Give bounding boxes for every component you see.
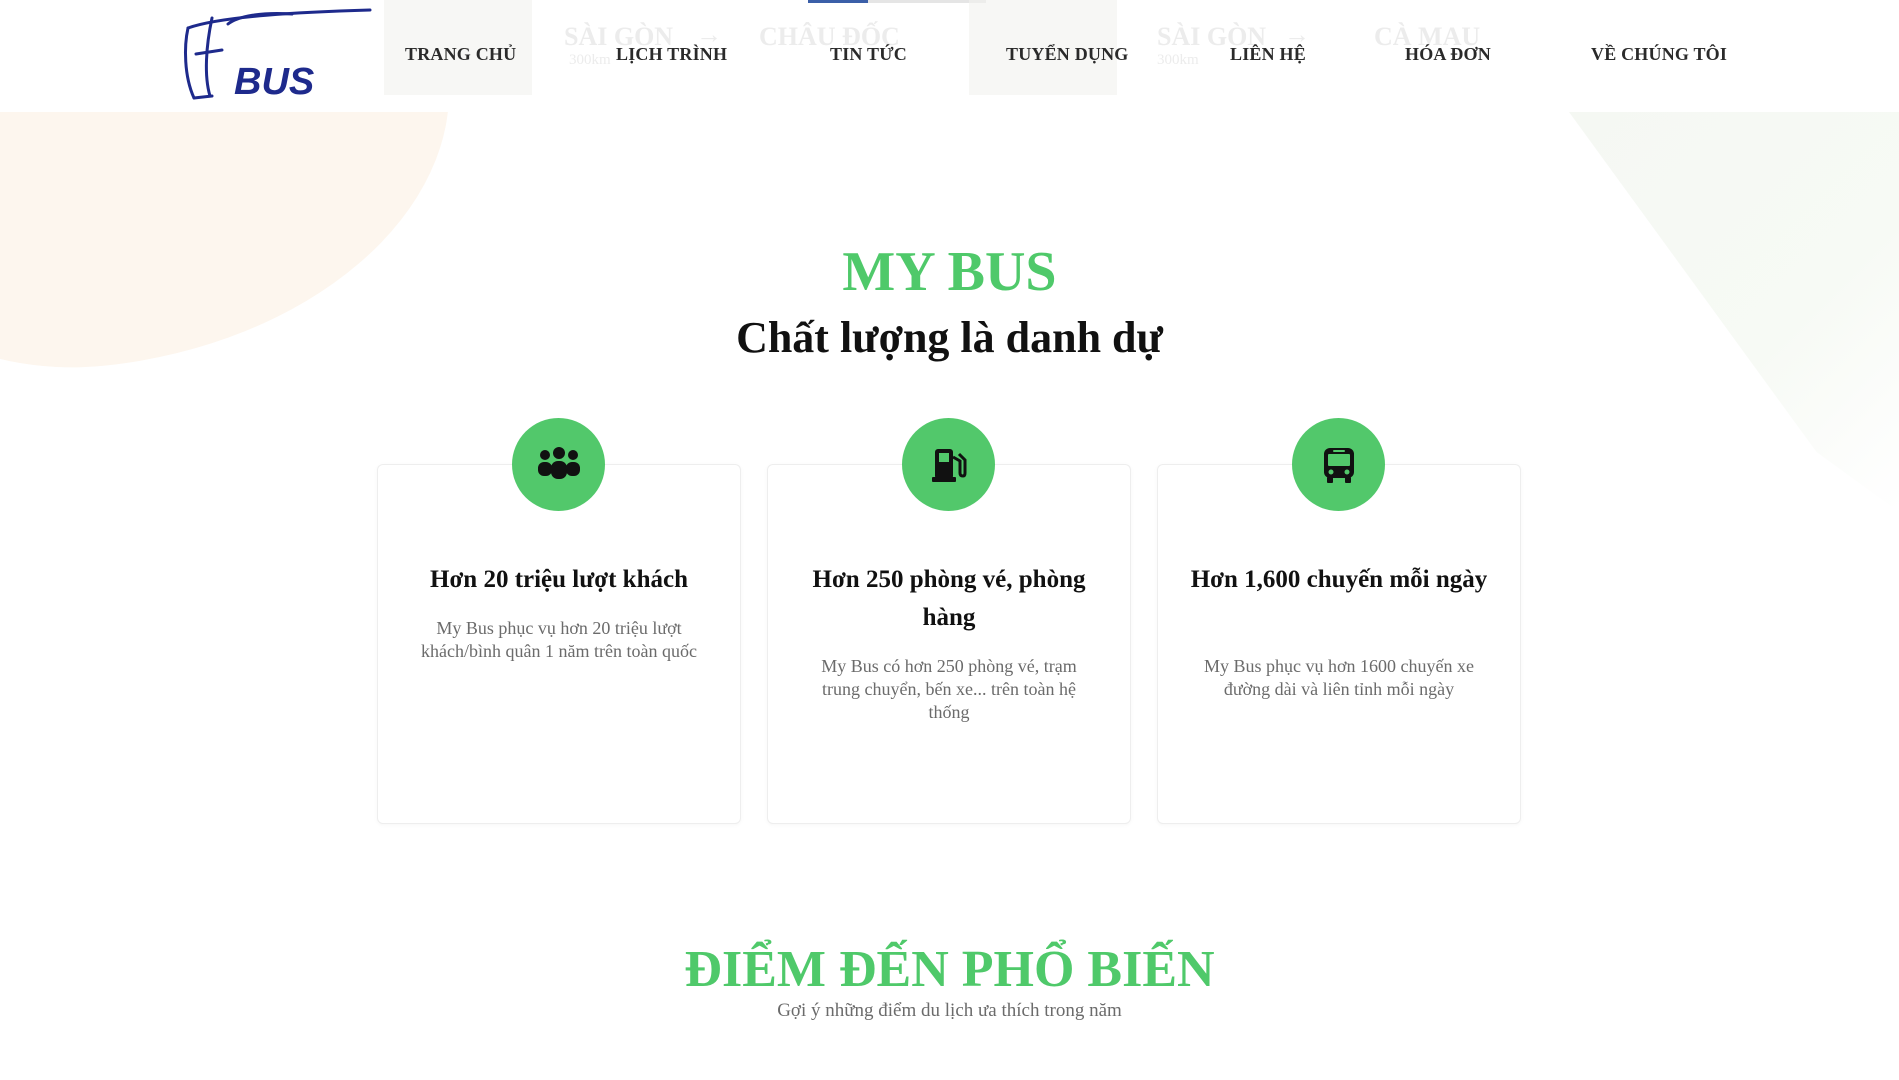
- feature-card: Hơn 20 triệu lượt khách My Bus phục vụ h…: [377, 464, 741, 824]
- nav-item-about[interactable]: VỀ CHÚNG TÔI: [1591, 44, 1727, 65]
- feature-description: My Bus phục vụ hơn 1600 chuyến xe đường …: [1204, 656, 1474, 699]
- site-header: SÀI GÒN → CHÂU ĐỐC 300km SÀI GÒN → CÀ MA…: [0, 0, 1899, 112]
- destinations-subtitle: Gợi ý những điểm du lịch ưa thích trong …: [777, 1000, 1122, 1021]
- section-subtitle: Chất lượng là danh dự: [736, 313, 1163, 362]
- feature-title: Hơn 20 triệu lượt khách: [430, 566, 688, 593]
- nav-item-home[interactable]: TRANG CHỦ: [405, 44, 516, 65]
- feature-card: Hơn 1,600 chuyến mỗi ngày My Bus phục vụ…: [1157, 464, 1521, 824]
- nav-item-contact[interactable]: LIÊN HỆ: [1230, 44, 1306, 65]
- destinations-title: ĐIỂM ĐẾN PHỔ BIẾN: [684, 941, 1215, 998]
- section-title: MY BUS: [842, 241, 1057, 303]
- people-group-icon: [512, 418, 605, 511]
- nav-item-invoice[interactable]: HÓA ĐƠN: [1405, 44, 1491, 65]
- main-nav: TRANG CHỦ LỊCH TRÌNH TIN TỨC TUYỂN DỤNG …: [0, 0, 1899, 112]
- feature-description: My Bus có hơn 250 phòng vé, trạm trung c…: [821, 656, 1077, 722]
- feature-title: Hơn 1,600 chuyến mỗi ngày: [1190, 566, 1488, 593]
- nav-item-careers[interactable]: TUYỂN DỤNG: [1006, 44, 1129, 65]
- feature-description: My Bus phục vụ hơn 20 triệu lượt khách/b…: [421, 618, 697, 661]
- feature-card: Hơn 250 phòng vé, phòng hàng My Bus có h…: [767, 464, 1131, 824]
- gas-pump-icon: [902, 418, 995, 511]
- bus-icon: [1292, 418, 1385, 511]
- nav-item-news[interactable]: TIN TỨC: [830, 44, 907, 65]
- feature-title: Hơn 250 phòng vé, phòng hàng: [812, 566, 1086, 631]
- nav-item-schedule[interactable]: LỊCH TRÌNH: [616, 44, 727, 65]
